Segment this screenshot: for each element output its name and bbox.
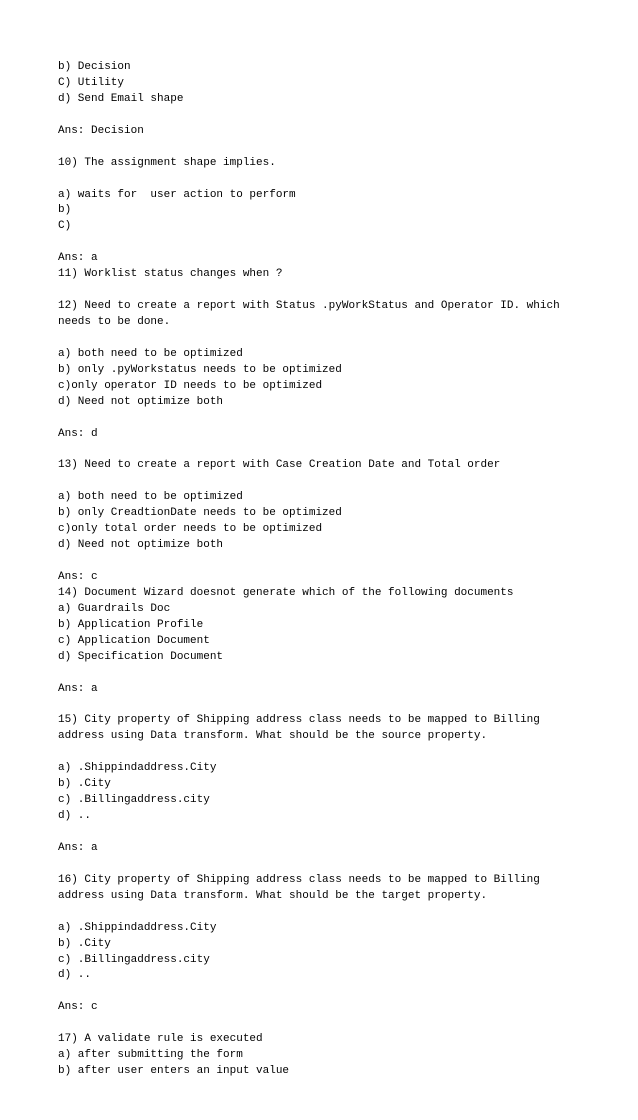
text-line [58,443,580,459]
text-line [58,411,580,427]
text-line: d) .. [58,809,580,825]
text-line: Ans: c [58,1000,580,1016]
text-line: b) Decision [58,60,580,76]
text-line [58,666,580,682]
text-line [58,825,580,841]
text-line [58,1016,580,1032]
text-line: a) Guardrails Doc [58,602,580,618]
text-line: c) .Billingaddress.city [58,793,580,809]
text-line [58,140,580,156]
text-line: c) .Billingaddress.city [58,953,580,969]
text-line: 11) Worklist status changes when ? [58,267,580,283]
text-line: a) after submitting the form [58,1048,580,1064]
text-line: b) after user enters an input value [58,1064,580,1080]
text-line [58,905,580,921]
text-line: d) Specification Document [58,650,580,666]
text-line: Ans: a [58,251,580,267]
text-line [58,172,580,188]
text-line: C) Utility [58,76,580,92]
text-line: 15) City property of Shipping address cl… [58,713,580,745]
text-line [58,745,580,761]
text-line: 16) City property of Shipping address cl… [58,873,580,905]
text-line: d) Send Email shape [58,92,580,108]
text-line [58,108,580,124]
text-line: 10) The assignment shape implies. [58,156,580,172]
text-line: 12) Need to create a report with Status … [58,299,580,331]
text-line: d) .. [58,968,580,984]
text-line: d) Need not optimize both [58,538,580,554]
text-line: c) Application Document [58,634,580,650]
document-body: b) DecisionC) Utilityd) Send Email shape… [58,60,580,1080]
text-line: b) .City [58,777,580,793]
text-line: Ans: d [58,427,580,443]
text-line [58,857,580,873]
text-line: Ans: c [58,570,580,586]
text-line: b) only CreadtionDate needs to be optimi… [58,506,580,522]
text-line [58,331,580,347]
text-line: c)only total order needs to be optimized [58,522,580,538]
text-line: a) waits for user action to perform [58,188,580,204]
text-line: a) .Shippindaddress.City [58,921,580,937]
text-line [58,698,580,714]
text-line [58,474,580,490]
text-line: 13) Need to create a report with Case Cr… [58,458,580,474]
text-line: 14) Document Wizard doesnot generate whi… [58,586,580,602]
text-line [58,554,580,570]
text-line: 17) A validate rule is executed [58,1032,580,1048]
text-line: d) Need not optimize both [58,395,580,411]
text-line: b) .City [58,937,580,953]
text-line: b) Application Profile [58,618,580,634]
text-line: a) both need to be optimized [58,490,580,506]
text-line [58,235,580,251]
text-line: c)only operator ID needs to be optimized [58,379,580,395]
text-line: Ans: Decision [58,124,580,140]
text-line: Ans: a [58,841,580,857]
text-line: Ans: a [58,682,580,698]
text-line: a) .Shippindaddress.City [58,761,580,777]
text-line [58,984,580,1000]
text-line [58,283,580,299]
text-line: b) only .pyWorkstatus needs to be optimi… [58,363,580,379]
text-line: b) [58,203,580,219]
text-line: a) both need to be optimized [58,347,580,363]
text-line: C) [58,219,580,235]
